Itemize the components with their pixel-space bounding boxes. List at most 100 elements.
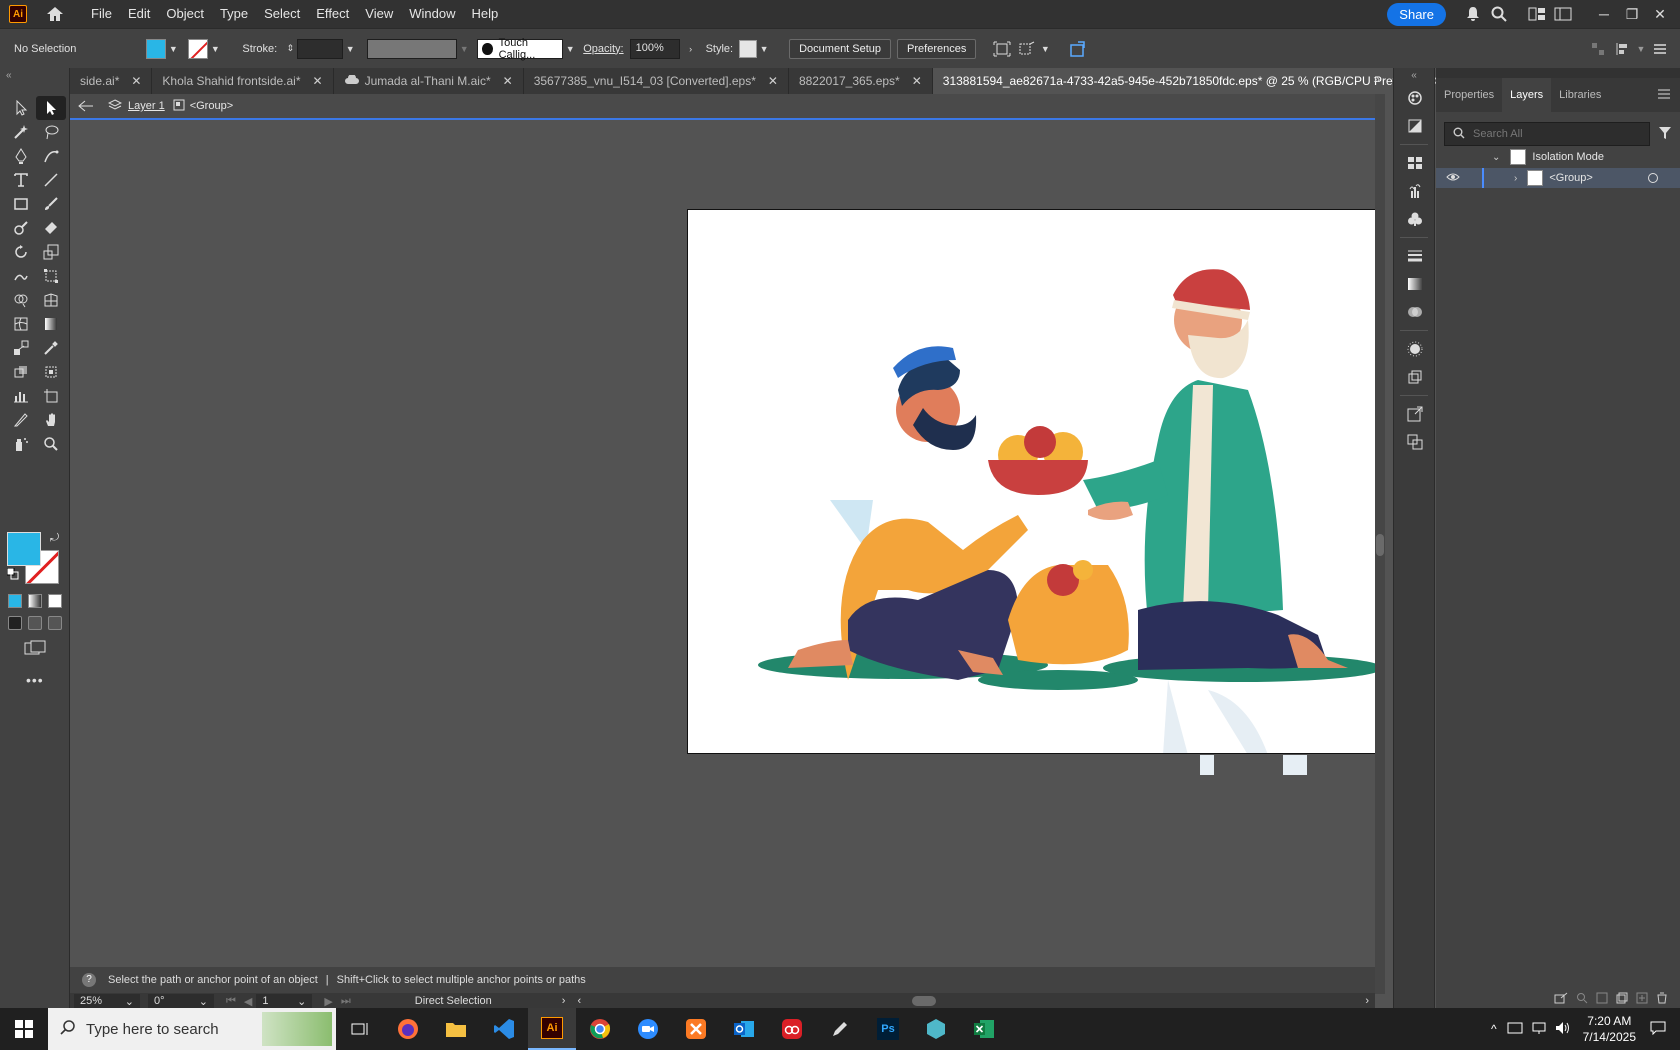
preferences-button[interactable]: Preferences: [897, 38, 977, 59]
illustrator-taskbar-icon[interactable]: Ai: [528, 1008, 576, 1050]
transform-icon[interactable]: [1014, 37, 1038, 61]
chevron-down-icon[interactable]: ▼: [757, 44, 771, 54]
chevron-right-icon[interactable]: ›: [1514, 173, 1517, 184]
close-icon[interactable]: ✕: [131, 74, 141, 88]
zoom-tool-icon[interactable]: [36, 432, 66, 456]
more-tools-icon[interactable]: •••: [26, 672, 44, 688]
color-panel-icon[interactable]: [1394, 84, 1436, 112]
gradient-panel-icon[interactable]: [1394, 270, 1436, 298]
chevron-right-icon[interactable]: ›: [684, 44, 698, 54]
menu-file[interactable]: File: [83, 0, 120, 28]
new-sublayer-icon[interactable]: [1616, 992, 1628, 1007]
first-artboard-icon[interactable]: ⏮: [226, 995, 236, 1008]
menu-effect[interactable]: Effect: [308, 0, 357, 28]
brushes-icon[interactable]: [1394, 177, 1436, 205]
close-icon[interactable]: ✕: [768, 74, 778, 88]
collapse-icon[interactable]: «: [6, 70, 12, 81]
eyedropper-tool-icon[interactable]: [36, 336, 66, 360]
pen-app-icon[interactable]: [816, 1008, 864, 1050]
fill-color-box[interactable]: [7, 532, 41, 566]
rotation-select[interactable]: 0° ⌄: [148, 994, 214, 1008]
opacity-input[interactable]: 100%: [629, 38, 680, 59]
layers-search-box[interactable]: Search All: [1444, 122, 1650, 146]
tab-layers[interactable]: Layers: [1502, 78, 1552, 112]
shaper-tool-icon[interactable]: [6, 216, 36, 240]
zoom-select[interactable]: 25% ⌄: [74, 994, 140, 1008]
notification-icon[interactable]: [1650, 1021, 1666, 1038]
help-icon[interactable]: ?: [82, 973, 96, 987]
prev-artboard-icon[interactable]: ◀: [244, 995, 252, 1008]
pen-tool-icon[interactable]: [6, 144, 36, 168]
chevron-down-icon[interactable]: ▼: [457, 44, 471, 54]
file-explorer-icon[interactable]: [432, 1008, 480, 1050]
horizontal-scrollbar-thumb[interactable]: [912, 996, 936, 1006]
stroke-panel-icon[interactable]: [1394, 242, 1436, 270]
artboards-icon[interactable]: [1394, 428, 1436, 456]
tray-app-icon[interactable]: [1507, 1021, 1523, 1038]
new-layer-icon[interactable]: [1636, 992, 1648, 1007]
distribute-icon[interactable]: [1610, 37, 1634, 61]
swatches-icon[interactable]: [1394, 149, 1436, 177]
live-paint-selection-icon[interactable]: [36, 360, 66, 384]
asset-export-icon[interactable]: [1394, 400, 1436, 428]
chevron-double-right-icon[interactable]: »: [1373, 72, 1380, 86]
xampp-icon[interactable]: [672, 1008, 720, 1050]
blue-app-icon[interactable]: [912, 1008, 960, 1050]
chevron-down-icon[interactable]: ▼: [208, 44, 222, 54]
menu-edit[interactable]: Edit: [120, 0, 158, 28]
live-paint-bucket-icon[interactable]: [6, 360, 36, 384]
menu-object[interactable]: Object: [158, 0, 212, 28]
align-icon[interactable]: [1586, 37, 1610, 61]
graph-tool-icon[interactable]: [6, 384, 36, 408]
fill-swatch[interactable]: [146, 38, 167, 59]
menu-help[interactable]: Help: [463, 0, 506, 28]
draw-normal-icon[interactable]: [8, 616, 22, 630]
restore-icon[interactable]: ❐: [1618, 0, 1646, 28]
bell-icon[interactable]: [1460, 0, 1486, 28]
firefox-icon[interactable]: [384, 1008, 432, 1050]
variable-width-profile[interactable]: [367, 38, 458, 59]
menu-select[interactable]: Select: [256, 0, 308, 28]
system-clock[interactable]: 7:20 AM 7/14/2025: [1583, 1013, 1636, 1045]
blend-tool-icon[interactable]: [6, 336, 36, 360]
gradient-tool-icon[interactable]: [36, 312, 66, 336]
rotate-tool-icon[interactable]: [6, 240, 36, 264]
symbols-icon[interactable]: [1394, 205, 1436, 233]
next-artboard-icon[interactable]: ▶: [324, 995, 332, 1008]
creative-cloud-icon[interactable]: [768, 1008, 816, 1050]
locate-object-icon[interactable]: [1576, 992, 1588, 1007]
perspective-grid-tool-icon[interactable]: [36, 288, 66, 312]
clipping-mask-icon[interactable]: [1596, 992, 1608, 1007]
tab-libraries[interactable]: Libraries: [1551, 78, 1609, 112]
minimize-icon[interactable]: ─: [1590, 0, 1618, 28]
close-icon[interactable]: ✕: [503, 74, 513, 88]
document-tab[interactable]: side.ai* ✕: [70, 68, 153, 94]
tab-properties[interactable]: Properties: [1436, 78, 1502, 112]
chevron-down-icon[interactable]: ▼: [343, 44, 357, 54]
panel-menu-icon[interactable]: [1658, 89, 1670, 102]
taskbar-search[interactable]: Type here to search: [48, 1008, 336, 1050]
chrome-icon[interactable]: [576, 1008, 624, 1050]
warp-tool-icon[interactable]: [6, 264, 36, 288]
breadcrumb-layer[interactable]: Layer 1: [107, 98, 165, 114]
zoom-icon[interactable]: [624, 1008, 672, 1050]
paintbrush-tool-icon[interactable]: [36, 192, 66, 216]
taskbar-search-input[interactable]: Type here to search: [86, 1021, 219, 1038]
opacity-label[interactable]: Opacity:: [583, 43, 623, 55]
arrange-documents-icon[interactable]: [1524, 0, 1550, 28]
symbol-sprayer-icon[interactable]: [6, 432, 36, 456]
target-icon[interactable]: [1648, 173, 1658, 183]
excel-icon[interactable]: [960, 1008, 1008, 1050]
color-guide-icon[interactable]: [1394, 112, 1436, 140]
transparency-icon[interactable]: [1394, 298, 1436, 326]
menu-view[interactable]: View: [357, 0, 401, 28]
document-tab[interactable]: 35677385_vnu_I514_03 [Converted].eps* ✕: [523, 68, 789, 94]
vscode-icon[interactable]: [480, 1008, 528, 1050]
eraser-tool-icon[interactable]: [36, 216, 66, 240]
close-window-icon[interactable]: ✕: [1646, 0, 1674, 28]
type-tool-icon[interactable]: [6, 168, 36, 192]
collect-export-icon[interactable]: [1554, 992, 1568, 1007]
default-colors-icon[interactable]: [6, 567, 19, 580]
curvature-tool-icon[interactable]: [36, 144, 66, 168]
close-icon[interactable]: ✕: [912, 74, 922, 88]
